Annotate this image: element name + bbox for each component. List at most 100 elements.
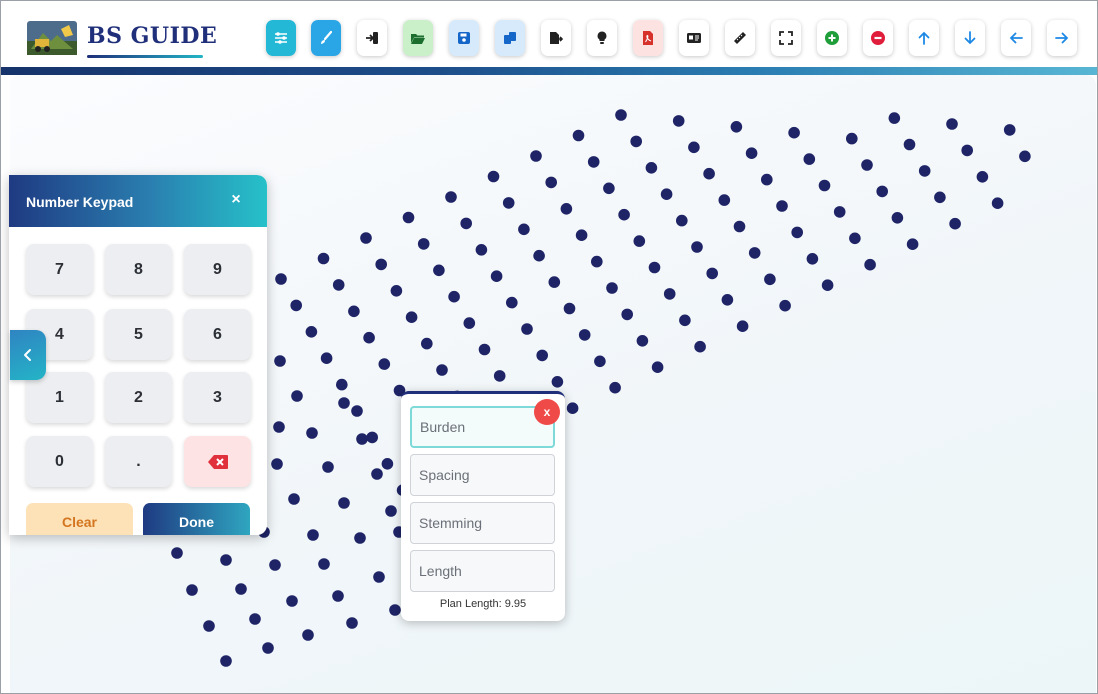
blast-hole[interactable] [338,497,350,509]
blast-hole[interactable] [506,296,518,309]
blast-hole[interactable] [360,232,372,244]
blast-hole[interactable] [615,109,627,121]
blast-hole[interactable] [1019,150,1031,163]
blast-hole[interactable] [934,191,946,204]
blast-hole[interactable] [761,173,773,186]
blast-hole[interactable] [1003,124,1016,136]
blast-hole[interactable] [490,270,503,283]
blast-hole[interactable] [606,282,618,294]
blast-hole[interactable] [876,185,888,198]
blast-hole[interactable] [833,206,846,218]
blast-hole[interactable] [320,352,333,365]
blast-hole[interactable] [371,468,383,480]
blast-hole[interactable] [530,150,542,162]
key-6[interactable]: 6 [184,309,251,360]
blast-hole[interactable] [788,126,800,139]
blast-hole[interactable] [186,584,198,596]
blast-hole[interactable] [356,433,368,445]
blast-hole[interactable] [821,279,834,292]
blast-hole[interactable] [721,294,734,306]
blast-hole[interactable] [949,217,961,230]
blast-hole[interactable] [305,326,318,338]
blast-hole[interactable] [536,349,548,362]
blast-hole[interactable] [591,255,603,268]
blast-hole[interactable] [288,493,300,505]
blast-hole[interactable] [381,458,394,470]
blast-hole[interactable] [249,613,261,625]
blast-hole[interactable] [578,329,591,341]
blast-hole[interactable] [991,197,1004,209]
blast-hole[interactable] [946,118,958,130]
blast-hole[interactable] [864,258,876,271]
blast-hole[interactable] [764,273,776,286]
blast-hole[interactable] [603,182,615,195]
blast-hole[interactable] [694,340,706,353]
blast-hole[interactable] [633,235,646,247]
blast-hole[interactable] [779,299,791,312]
blast-hole[interactable] [906,238,919,250]
blast-hole[interactable] [291,390,303,402]
blast-hole[interactable] [587,156,600,168]
blast-hole[interactable] [433,264,445,277]
blast-hole[interactable] [402,211,415,224]
blast-hole[interactable] [733,220,746,233]
blast-hole[interactable] [676,214,688,227]
blast-hole[interactable] [235,583,247,595]
blast-hole[interactable] [348,305,360,318]
popup-close-button[interactable]: x [534,399,560,425]
key-decimal[interactable]: . [105,436,172,487]
blast-hole[interactable] [545,176,557,189]
blast-hole[interactable] [336,378,348,391]
blast-hole[interactable] [389,604,401,616]
blast-hole[interactable] [373,571,385,583]
blast-hole[interactable] [861,159,873,171]
blast-hole[interactable] [448,290,460,303]
blast-hole[interactable] [346,617,358,629]
blast-hole[interactable] [518,223,530,236]
blast-hole[interactable] [478,343,491,356]
keypad-clear-button[interactable]: Clear [26,503,133,535]
blast-hole[interactable] [891,212,904,224]
blast-hole[interactable] [533,249,545,262]
key-8[interactable]: 8 [105,244,172,295]
blast-hole[interactable] [354,532,366,544]
blast-hole[interactable] [332,590,344,602]
blast-hole[interactable] [691,241,703,253]
blast-hole[interactable] [888,112,901,124]
blast-hole[interactable] [273,421,285,433]
blast-hole[interactable] [636,335,649,347]
blast-hole[interactable] [575,229,588,241]
blast-hole[interactable] [502,197,515,209]
blast-hole[interactable] [275,273,287,285]
blast-hole[interactable] [487,170,500,183]
blast-hole[interactable] [390,285,403,297]
blast-hole[interactable] [417,238,430,250]
blast-hole[interactable] [286,595,298,607]
blast-hole[interactable] [679,314,691,327]
blast-hole[interactable] [460,217,473,230]
blast-hole[interactable] [748,247,761,259]
blast-hole[interactable] [745,147,758,159]
blast-hole[interactable] [776,200,788,212]
blast-hole[interactable] [521,323,533,335]
blast-hole[interactable] [548,276,561,288]
blast-hole[interactable] [332,279,345,291]
length-field[interactable] [410,550,555,592]
blast-hole[interactable] [290,299,303,312]
blast-hole[interactable] [706,267,718,280]
blast-hole[interactable] [475,244,488,256]
blast-hole[interactable] [317,252,330,265]
blast-hole[interactable] [551,376,564,388]
blast-hole[interactable] [572,129,585,142]
blast-hole[interactable] [203,620,215,632]
blast-hole[interactable] [269,559,281,571]
blast-hole[interactable] [976,171,989,183]
blast-hole[interactable] [405,311,418,324]
blast-hole[interactable] [366,431,379,444]
blast-hole[interactable] [672,115,685,127]
blast-hole[interactable] [566,402,579,415]
blast-hole[interactable] [903,138,916,151]
blast-hole[interactable] [306,427,318,439]
blast-hole[interactable] [436,364,448,376]
blast-hole[interactable] [618,208,630,221]
